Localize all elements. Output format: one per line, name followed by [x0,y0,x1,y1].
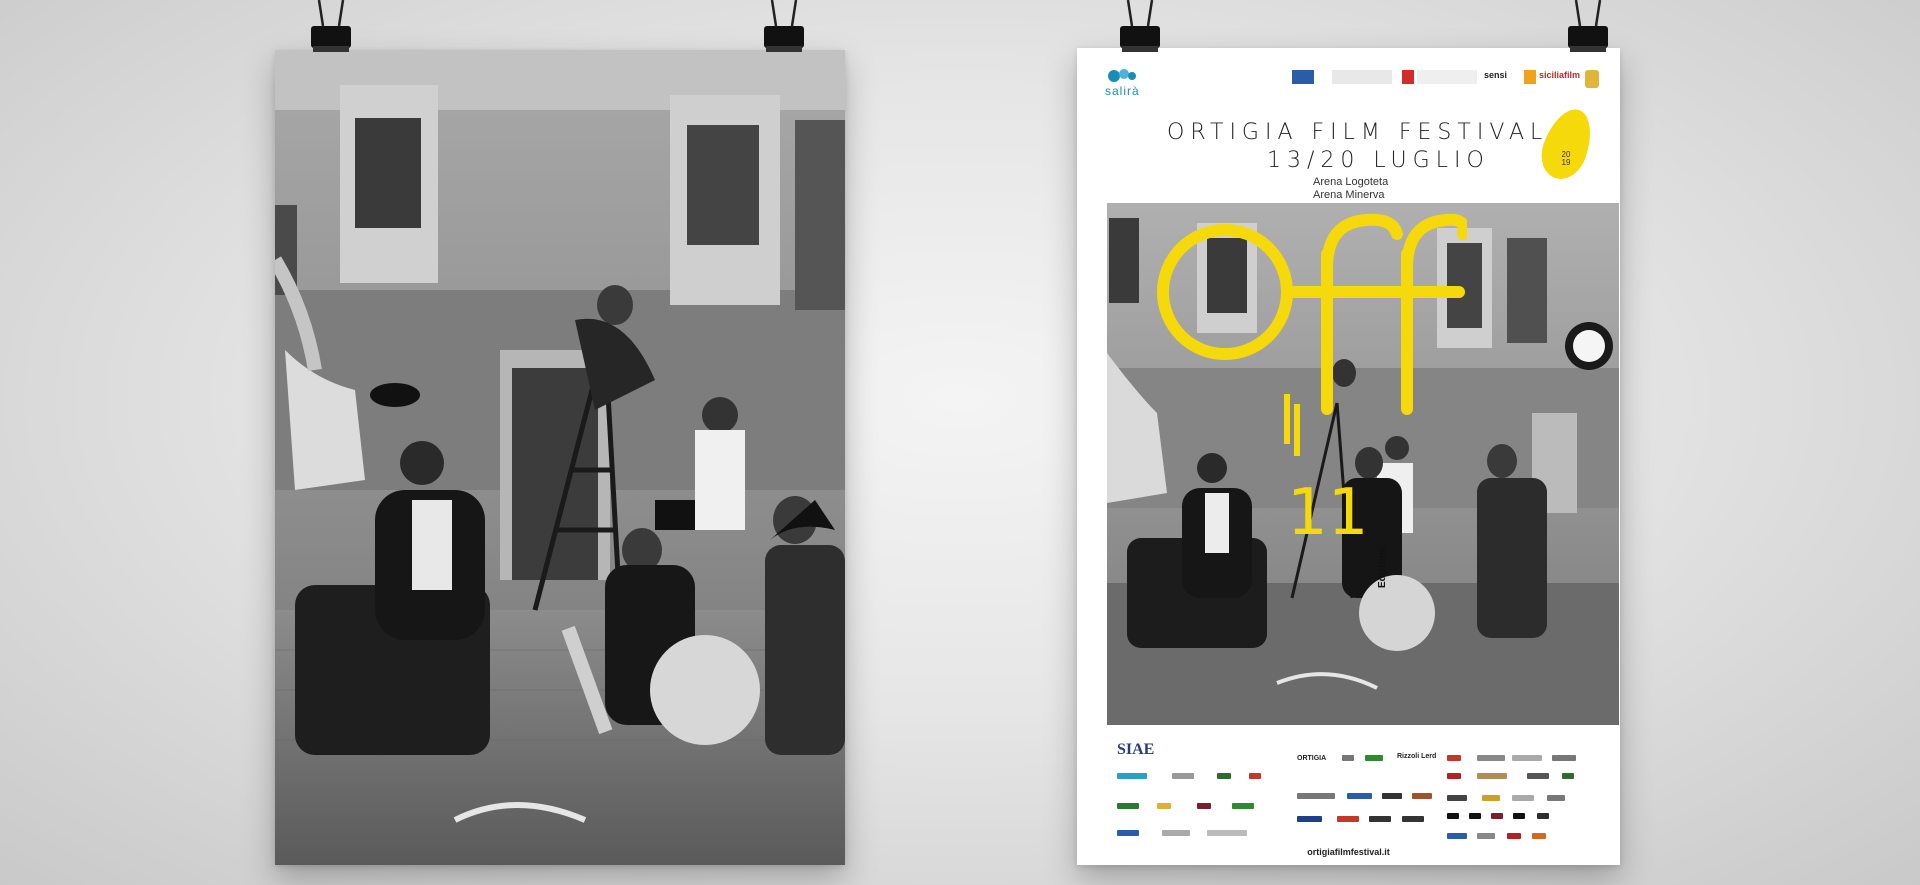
sponsor-ortigia: ORTIGIA [1297,755,1327,762]
sponsor-logo [1217,773,1231,779]
sponsor-logo [1512,755,1542,761]
top-logo-4 [1417,70,1477,84]
sponsor-lerd: Rizzoli Lerd [1397,753,1437,760]
sponsor-logo [1402,816,1424,822]
sponsor-logo [1477,755,1505,761]
sponsor-logos: ORTIGIA Rizzoli Lerd [1107,733,1607,853]
sponsor-logo [1507,833,1521,839]
sponsor-logo [1207,830,1247,836]
sponsor-logo [1447,795,1467,801]
binder-clip-icon [1568,0,1608,52]
sponsor-logo [1157,803,1171,809]
binder-clip-icon [311,0,351,52]
top-logo-1 [1292,70,1314,84]
crest-logo [1585,70,1599,88]
festival-title: ORTIGIA FILM FESTIVAL [1167,120,1549,145]
sponsor-logo [1249,773,1261,779]
sponsor-logo [1527,773,1549,779]
sponsor-logo [1197,803,1211,809]
sponsor-logo [1513,813,1525,819]
top-logo-2 [1332,70,1392,84]
binder-clip-icon [764,0,804,52]
sponsor-logo [1172,773,1194,779]
edition-number: 11 [1287,476,1368,550]
sponsor-logo [1365,755,1383,761]
sponsor-logo [1537,813,1549,819]
sponsor-logo [1382,793,1402,799]
sponsor-logo [1562,773,1574,779]
sponsor-logo [1232,803,1254,809]
sponsor-logo [1477,833,1495,839]
sponsor-logo [1342,755,1354,761]
off-logo: 11 [1157,213,1467,550]
sponsor-logo [1447,773,1461,779]
festival-website: ortigiafilmfestival.it [1307,847,1390,857]
top-logo-5 [1524,70,1536,84]
sponsor-logo [1297,793,1335,799]
festival-year: 20 19 [1561,150,1571,167]
sicilia-logo: siciliafilm [1539,70,1581,80]
sponsor-logo [1117,773,1147,779]
sponsor-logo [1552,755,1576,761]
sponsor-logo [1512,795,1534,801]
poster-right: salirà sensi siciliafilm ORTIGIA FILM FE… [1077,48,1620,865]
sponsor-logo [1491,813,1503,819]
sponsor-logo [1469,813,1481,819]
poster-left [275,50,845,865]
sponsor-logo [1532,833,1546,839]
festival-dates: 13/20 LUGLIO [1267,148,1490,173]
binder-clip-icon [1120,0,1160,52]
sponsor-logo [1347,793,1372,799]
venue-1: Arena Logoteta [1313,176,1389,188]
sponsor-logo [1482,795,1500,801]
salira-text: salirà [1105,84,1140,98]
sponsor-logo [1477,773,1507,779]
sponsor-logo [1117,803,1139,809]
sponsor-logo [1162,830,1190,836]
bw-photo-left [275,50,845,865]
sponsor-logo [1337,816,1359,822]
sponsor-logo [1447,813,1459,819]
sponsor-logo [1447,833,1467,839]
sponsor-logo [1547,795,1565,801]
sensi-logo: sensi [1484,70,1508,80]
sponsor-logo [1412,793,1432,799]
sponsor-logo [1369,816,1391,822]
edition-label: Edizione [1377,546,1388,588]
sponsor-logo [1297,816,1322,822]
sponsor-logo [1117,830,1139,836]
sponsor-logo [1447,755,1461,761]
top-logo-3 [1402,70,1414,84]
